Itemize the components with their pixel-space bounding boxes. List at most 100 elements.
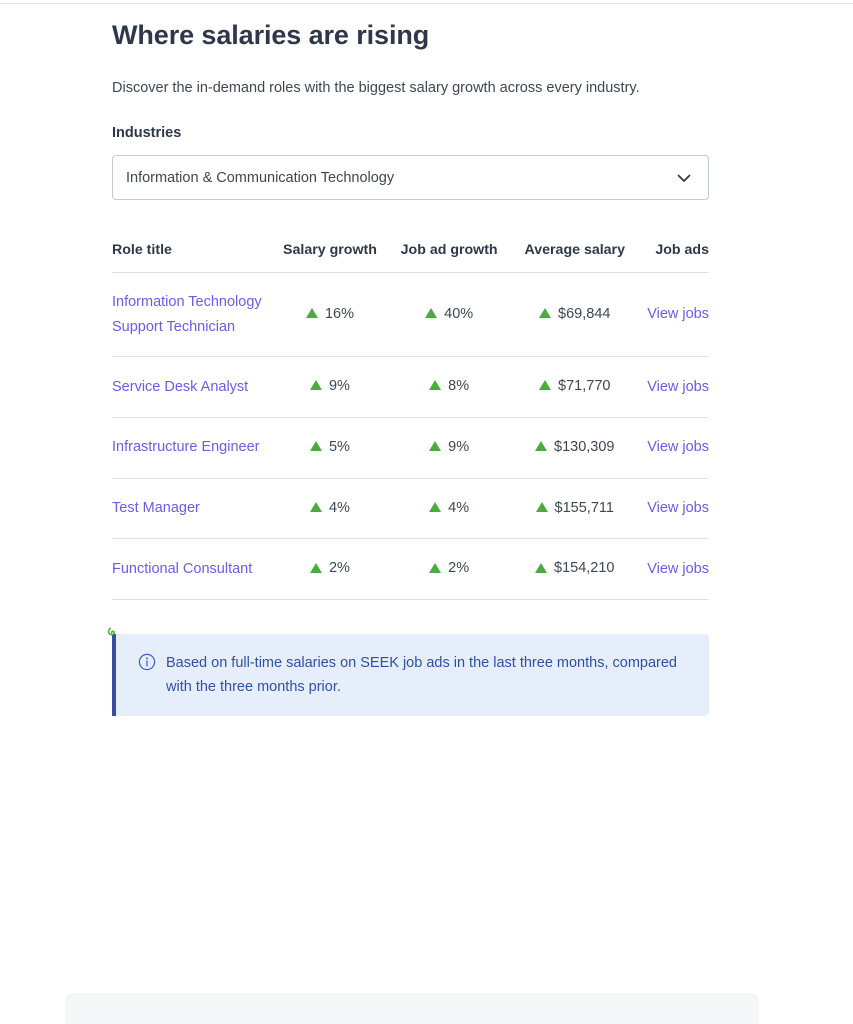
salary-growth-value: 2% (328, 560, 350, 577)
cell-job-ads: View jobs (640, 538, 709, 600)
cell-job-ads: View jobs (640, 272, 709, 357)
industries-selected-value: Information & Communication Technology (126, 169, 395, 186)
salary-growth-metric: 16% (305, 302, 354, 327)
arrow-up-icon (429, 380, 442, 391)
salary-growth-metric: 2% (309, 556, 350, 581)
cell-role-title: Service Desk Analyst (112, 356, 271, 418)
average-salary-value: $154,210 (554, 560, 615, 577)
cell-salary-growth: 5% (270, 417, 390, 479)
table-row: Infrastructure Engineer 5% 9% $130,309 V… (112, 417, 709, 479)
salary-growth-table: Role title Salary growth Job ad growth A… (112, 241, 709, 600)
salary-growth-value: 9% (328, 378, 350, 394)
table-header: Role title Salary growth Job ad growth A… (112, 241, 709, 273)
salary-growth-metric: 9% (309, 374, 350, 399)
cell-average-salary: $69,844 (509, 272, 641, 357)
arrow-up-icon (539, 380, 552, 391)
arrow-up-icon (429, 501, 442, 512)
job-ad-growth-value: 2% (448, 560, 470, 577)
industries-select[interactable]: Information & Communication Technology (112, 155, 709, 200)
cell-job-ad-growth: 8% (389, 356, 510, 418)
role-title-link[interactable]: Service Desk Analyst (112, 379, 248, 395)
salary-growth-metric: 5% (309, 435, 350, 460)
average-salary-metric: $154,210 (535, 556, 615, 581)
info-circle-icon (138, 653, 156, 671)
average-salary-metric: $155,711 (535, 496, 614, 521)
arrow-up-icon (429, 562, 442, 573)
cell-average-salary: $130,309 (509, 417, 641, 479)
arrow-up-icon (539, 307, 552, 318)
view-jobs-link[interactable]: View jobs (647, 375, 709, 400)
cell-job-ad-growth: 4% (389, 478, 510, 540)
view-jobs-link[interactable]: View jobs (647, 435, 709, 460)
role-title-link[interactable]: Test Manager (112, 500, 200, 516)
cell-job-ad-growth: 9% (389, 417, 510, 479)
average-salary-value: $71,770 (558, 378, 611, 394)
job-ad-growth-metric: 9% (429, 435, 469, 460)
salary-growth-value: 16% (324, 305, 354, 322)
cell-salary-growth: 2% (270, 538, 390, 600)
table-row: Service Desk Analyst 9% 8% $71,770 View … (112, 356, 709, 418)
average-salary-metric: $69,844 (539, 302, 610, 327)
table-row: Information Technology Support Technicia… (112, 272, 709, 357)
arrow-up-icon (309, 441, 322, 451)
cell-average-salary: $71,770 (509, 356, 641, 418)
page-title: Where salaries are rising (112, 20, 430, 50)
arrow-up-icon (535, 562, 548, 573)
cell-job-ads: View jobs (640, 478, 709, 540)
cell-average-salary: $154,210 (509, 538, 641, 600)
arrow-up-icon (429, 441, 442, 451)
cell-job-ads: View jobs (640, 356, 709, 418)
column-header-job-ads: Job ads (640, 241, 709, 273)
arrow-up-icon (309, 380, 322, 391)
methodology-callout: Based on full-time salaries on SEEK job … (112, 634, 709, 716)
job-ad-growth-value: 8% (448, 378, 470, 394)
industries-label: Industries (112, 125, 182, 141)
cell-salary-growth: 9% (270, 356, 390, 418)
average-salary-value: $69,844 (558, 305, 611, 322)
cell-role-title: Infrastructure Engineer (112, 417, 271, 479)
chevron-down-icon[interactable] (674, 168, 694, 188)
table-body: Information Technology Support Technicia… (112, 272, 709, 600)
job-ad-growth-metric: 4% (429, 496, 469, 521)
column-header-salary-growth: Salary growth (270, 241, 390, 273)
table-row: Test Manager 4% 4% $155,711 View jobs (112, 478, 709, 540)
page-subtitle: Discover the in-demand roles with the bi… (112, 80, 640, 96)
job-ad-growth-value: 4% (448, 499, 470, 516)
table-header-row: Role title Salary growth Job ad growth A… (112, 241, 709, 273)
arrow-up-icon (305, 307, 318, 318)
cell-role-title: Information Technology Support Technicia… (112, 272, 271, 357)
cell-role-title: Functional Consultant (112, 538, 271, 600)
arrow-up-icon (309, 562, 322, 573)
cell-salary-growth: 4% (270, 478, 390, 540)
role-title-link[interactable]: Information Technology Support Technicia… (112, 294, 262, 335)
cell-role-title: Test Manager (112, 478, 271, 540)
arrow-up-icon (309, 501, 322, 512)
bottom-panel (65, 993, 759, 1024)
arrow-up-icon (535, 441, 548, 451)
job-ad-growth-metric: 40% (425, 302, 473, 327)
arrow-up-icon (425, 307, 438, 318)
page-root: Where salaries are rising Discover the i… (0, 0, 853, 1024)
view-jobs-link[interactable]: View jobs (647, 302, 709, 327)
view-jobs-link[interactable]: View jobs (647, 557, 709, 582)
column-header-job-ad-growth: Job ad growth (389, 241, 510, 273)
arrow-up-icon (535, 501, 548, 512)
average-salary-value: $130,309 (554, 438, 615, 455)
cell-job-ads: View jobs (640, 417, 709, 479)
role-title-link[interactable]: Functional Consultant (112, 561, 252, 577)
column-header-average-salary: Average salary (509, 241, 641, 273)
cell-job-ad-growth: 2% (389, 538, 510, 600)
salary-growth-value: 4% (328, 499, 350, 516)
salary-growth-value: 5% (328, 438, 350, 455)
cell-job-ad-growth: 40% (389, 272, 510, 357)
column-header-role: Role title (112, 241, 271, 273)
job-ad-growth-value: 9% (448, 438, 470, 455)
job-ad-growth-metric: 2% (429, 556, 469, 581)
job-ad-growth-metric: 8% (429, 374, 469, 399)
role-title-link[interactable]: Infrastructure Engineer (112, 439, 260, 455)
average-salary-value: $155,711 (554, 499, 614, 516)
view-jobs-link[interactable]: View jobs (647, 496, 709, 521)
cell-average-salary: $155,711 (509, 478, 641, 540)
table-row: Functional Consultant 2% 2% $154,210 Vie… (112, 538, 709, 600)
cell-salary-growth: 16% (270, 272, 390, 357)
